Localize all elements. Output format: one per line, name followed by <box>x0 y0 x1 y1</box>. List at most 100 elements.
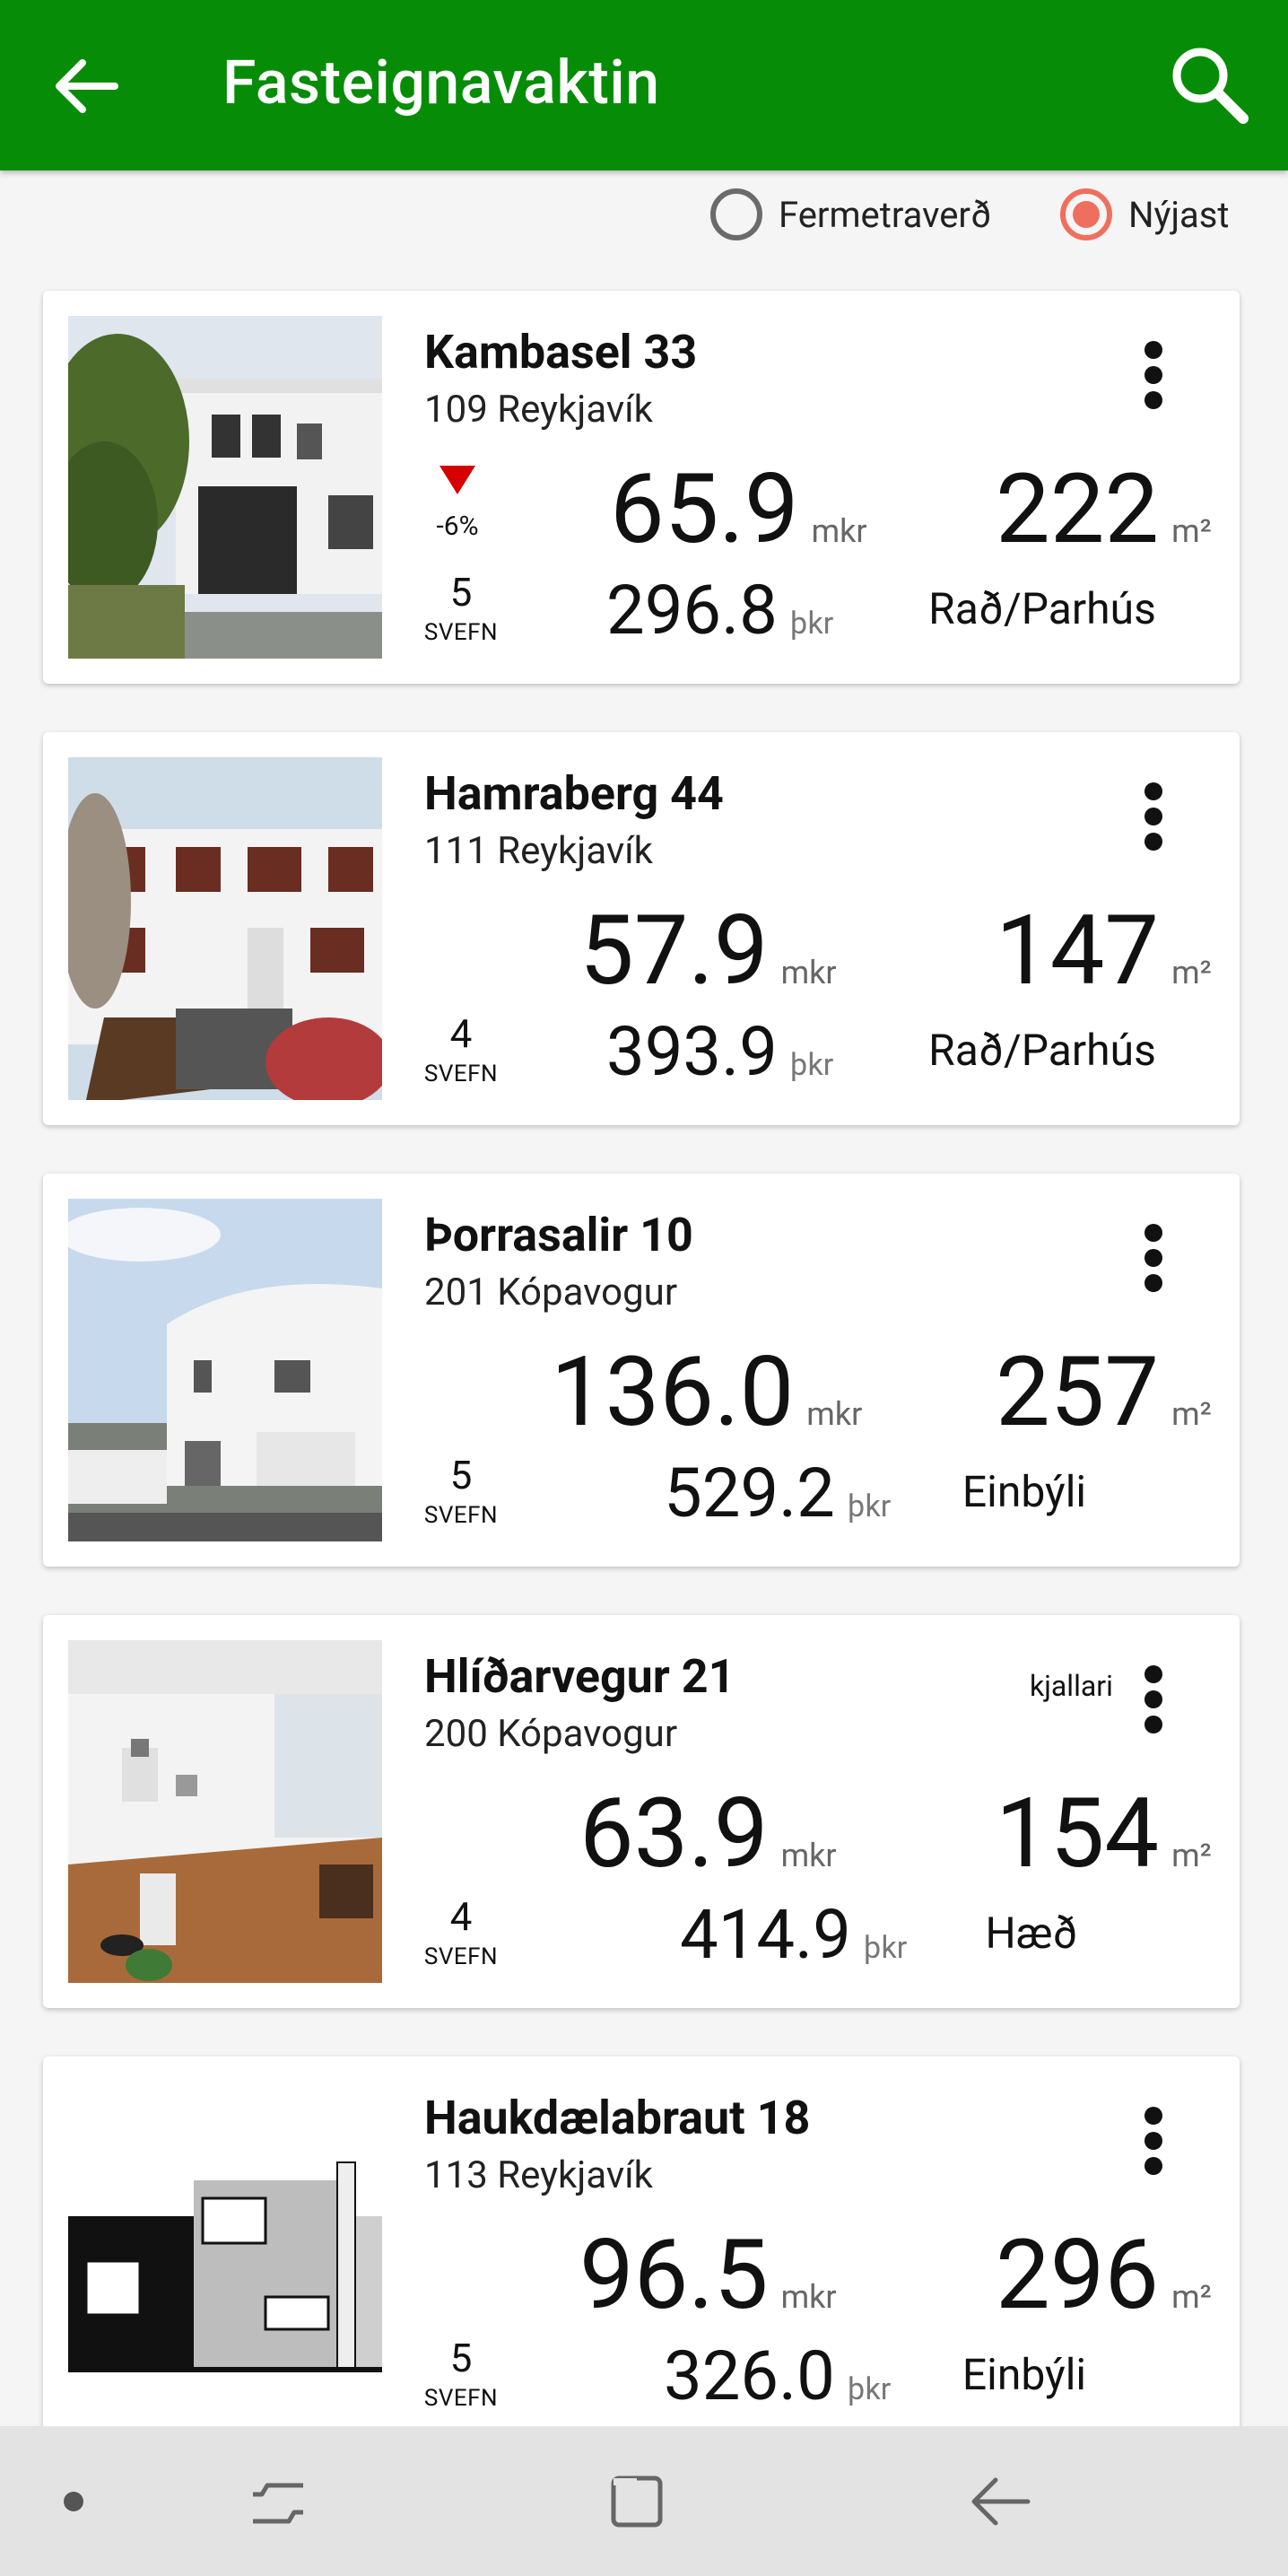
listing-card[interactable]: Hamraberg 44 111 Reykjavík 57.9 mkr 147 m²… <box>43 732 1240 1125</box>
property-type: Einbýli <box>962 1466 1087 1517</box>
size-value: 296 <box>996 2219 1160 2332</box>
ppm-value: 296.8 <box>606 570 778 651</box>
more-vert-icon[interactable] <box>1144 2107 1162 2175</box>
listing-size: 257 m² <box>996 1344 1212 1441</box>
bedrooms-label: SVEFN <box>423 619 499 646</box>
more-vert-icon[interactable] <box>1144 341 1162 409</box>
bedrooms: 5 SVEFN <box>420 569 502 646</box>
listing-tag: kjallari <box>1030 1669 1113 1703</box>
size-unit: m² <box>1171 1395 1212 1433</box>
sort-label-price-per-sqm: Fermetraverð <box>779 193 992 236</box>
listing-card[interactable]: Þorrasalir 10 201 Kópavogur 136.0 mkr 257… <box>43 1174 1240 1567</box>
sort-label-newest: Nýjast <box>1128 193 1230 236</box>
price-unit: mkr <box>811 512 867 550</box>
radio-unchecked-icon[interactable] <box>710 188 762 240</box>
size-unit: m² <box>1171 1837 1212 1874</box>
property-type: Einbýli <box>962 2349 1087 2400</box>
bedrooms-count: 4 <box>449 1010 473 1057</box>
ppm-value: 529.2 <box>664 1453 835 1533</box>
price-value: 96.5 <box>579 2219 769 2332</box>
bedrooms-label: SVEFN <box>423 1061 499 1087</box>
listing-street: Kambasel 33 <box>424 325 698 380</box>
listing-postal: 111 Reykjavík <box>424 829 653 873</box>
ppm-unit: þkr <box>789 1047 834 1083</box>
ppm-value: 393.9 <box>606 1011 778 1092</box>
price-per-sqm: 296.8 þkr <box>606 576 833 644</box>
listing-photo[interactable] <box>68 757 382 1100</box>
dot-icon <box>64 2492 83 2511</box>
size-value: 147 <box>996 895 1160 1008</box>
bedrooms-label: SVEFN <box>423 1943 499 1970</box>
ppm-unit: þkr <box>847 1489 892 1524</box>
system-nav-bar <box>0 2426 1288 2576</box>
listing-price: 63.9 mkr <box>579 1786 837 1882</box>
listing-price: 65.9 mkr <box>610 461 867 558</box>
listing-size: 147 m² <box>996 903 1212 1000</box>
triangle-down-icon <box>439 466 475 494</box>
price-value: 65.9 <box>610 453 799 566</box>
ppm-value: 326.0 <box>664 2336 835 2416</box>
listing-card[interactable]: Kambasel 33 109 Reykjavík -6% 65.9 mkr 22… <box>43 291 1240 684</box>
price-value: 57.9 <box>579 895 769 1008</box>
bedrooms-count: 5 <box>449 1452 473 1498</box>
listing-street: Hamraberg 44 <box>424 766 724 821</box>
price-unit: mkr <box>780 954 837 991</box>
listing-price: 136.0 mkr <box>551 1344 862 1441</box>
listing-photo[interactable] <box>68 1640 382 1983</box>
price-value: 136.0 <box>551 1336 795 1449</box>
price-per-sqm: 326.0 þkr <box>664 2342 891 2410</box>
size-unit: m² <box>1171 2278 1212 2316</box>
price-per-sqm: 414.9 þkr <box>680 1900 907 1969</box>
property-type: Hæð <box>985 1908 1078 1959</box>
listing-street: Þorrasalir 10 <box>424 1208 693 1262</box>
ppm-unit: þkr <box>847 2371 892 2407</box>
bedrooms-label: SVEFN <box>423 1502 499 1529</box>
home-square-icon[interactable] <box>608 2473 666 2530</box>
app-title: Fasteignavaktin <box>222 47 660 118</box>
more-vert-icon[interactable] <box>1144 1665 1162 1733</box>
listing-postal: 113 Reykjavík <box>424 2153 653 2197</box>
bedrooms: 4 SVEFN <box>420 1893 502 1970</box>
ppm-unit: þkr <box>789 606 834 642</box>
listing-photo[interactable] <box>68 2082 382 2424</box>
price-trend: -6% <box>429 466 486 542</box>
bedrooms-count: 4 <box>449 1893 473 1940</box>
listing-photo[interactable] <box>68 1199 382 1541</box>
recents-icon[interactable] <box>249 2473 307 2530</box>
radio-checked-icon[interactable] <box>1060 188 1112 240</box>
bedrooms-label: SVEFN <box>423 2385 499 2412</box>
listing-postal: 200 Kópavogur <box>424 1712 678 1756</box>
sort-radio-newest[interactable]: Nýjast <box>1060 188 1230 240</box>
listing-postal: 201 Kópavogur <box>424 1271 678 1314</box>
listing-card[interactable]: Hlíðarvegur 21 200 Kópavogur kjallari 63… <box>43 1615 1240 2008</box>
listing-price: 96.5 mkr <box>579 2227 837 2324</box>
price-unit: mkr <box>780 2278 837 2316</box>
listing-size: 154 m² <box>996 1786 1212 1882</box>
listing-card[interactable]: Haukdælabraut 18 113 Reykjavík 96.5 mkr 2… <box>43 2056 1240 2449</box>
listing-size: 296 m² <box>996 2227 1212 2324</box>
more-vert-icon[interactable] <box>1144 1224 1162 1292</box>
size-unit: m² <box>1171 512 1212 550</box>
size-value: 154 <box>996 1777 1160 1891</box>
listing-photo[interactable] <box>68 316 382 659</box>
size-value: 257 <box>996 1336 1160 1449</box>
app-bar: Fasteignavaktin <box>0 0 1288 170</box>
arrow-left-icon[interactable] <box>52 52 120 120</box>
listing-size: 222 m² <box>996 461 1212 558</box>
trend-percent: -6% <box>436 511 479 542</box>
listing-postal: 109 Reykjavík <box>424 388 653 432</box>
sort-radio-price-per-sqm[interactable]: Fermetraverð <box>710 188 991 240</box>
bedrooms: 5 SVEFN <box>420 1452 502 1529</box>
more-vert-icon[interactable] <box>1144 782 1162 851</box>
price-unit: mkr <box>806 1395 863 1433</box>
listing-street: Hlíðarvegur 21 <box>424 1649 735 1704</box>
size-value: 222 <box>996 453 1160 566</box>
ppm-value: 414.9 <box>680 1894 851 1975</box>
price-per-sqm: 393.9 þkr <box>606 1017 833 1086</box>
magnifier-icon[interactable] <box>1168 43 1250 126</box>
back-icon[interactable] <box>969 2473 1031 2530</box>
bedrooms-count: 5 <box>449 2335 473 2381</box>
listing-price: 57.9 mkr <box>579 903 837 1000</box>
price-per-sqm: 529.2 þkr <box>664 1459 891 1527</box>
bedrooms-count: 5 <box>449 569 473 616</box>
